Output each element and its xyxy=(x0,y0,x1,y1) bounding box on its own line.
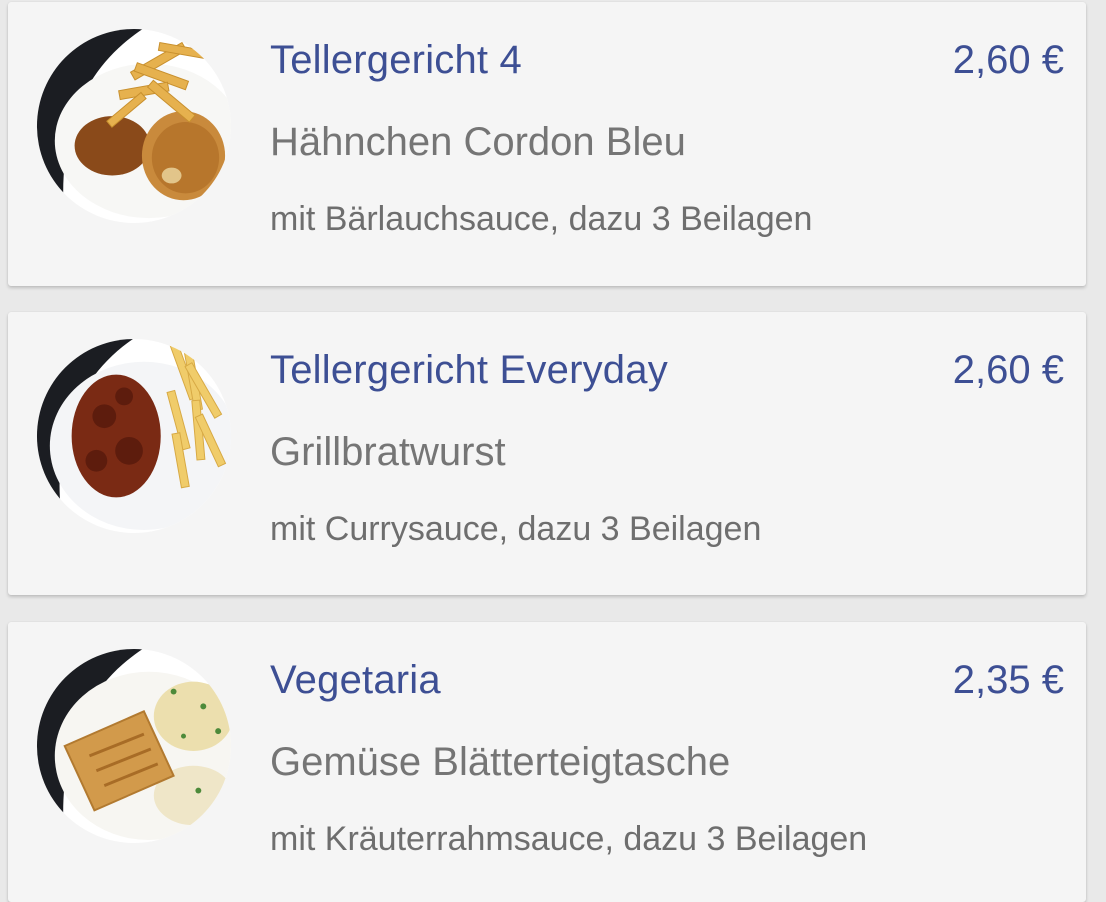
menu-item-description: mit Bärlauchsauce, dazu 3 Beilagen xyxy=(270,200,813,238)
menu-item-price: 2,60 € xyxy=(952,38,1064,82)
menu-item-dish: Gemüse Blätterteigtasche xyxy=(270,740,731,784)
menu-item-title: Vegetaria xyxy=(270,658,441,702)
menu-item-price: 2,60 € xyxy=(952,348,1064,392)
menu-item-card[interactable]: Tellergericht Everyday 2,60 € Grillbratw… xyxy=(8,312,1086,595)
menu-item-title: Tellergericht 4 xyxy=(270,38,523,82)
menu-item-card[interactable]: Vegetaria 2,35 € Gemüse Blätterteigtasch… xyxy=(8,622,1086,902)
menu-item-card[interactable]: Tellergericht 4 2,60 € Hähnchen Cordon B… xyxy=(8,2,1086,286)
menu-item-dish: Grillbratwurst xyxy=(270,430,506,474)
menu-item-title: Tellergericht Everyday xyxy=(270,348,668,392)
menu-item-dish: Hähnchen Cordon Bleu xyxy=(270,120,686,164)
cordon-bleu-plate-photo xyxy=(35,27,233,225)
pastry-plate-photo xyxy=(35,647,233,845)
menu-item-description: mit Currysauce, dazu 3 Beilagen xyxy=(270,510,762,548)
menu-item-price: 2,35 € xyxy=(952,658,1064,702)
menu-item-description: mit Kräuterrahmsauce, dazu 3 Beilagen xyxy=(270,820,868,858)
currywurst-plate-photo xyxy=(35,337,233,535)
